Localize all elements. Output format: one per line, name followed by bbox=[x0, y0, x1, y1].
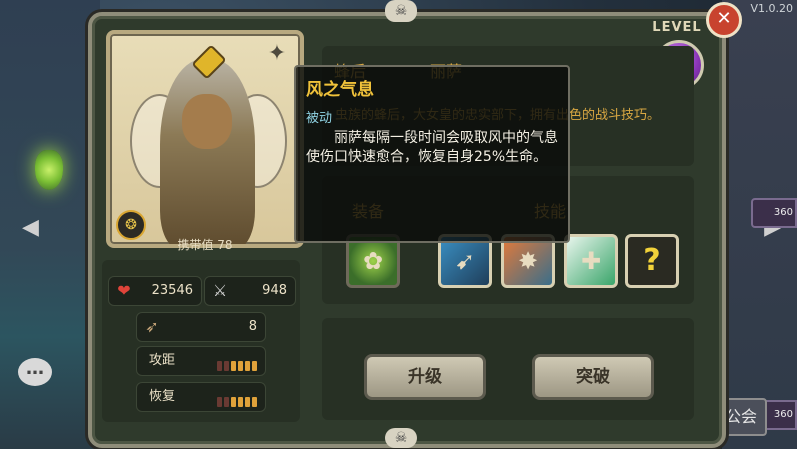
carry-value: 携带值 78 bbox=[177, 238, 233, 252]
tooltip-description: 丽萨每隔一段时间会吸取风中的气息使伤口快速愈合，恢复自身25%生命。 bbox=[306, 130, 558, 165]
sword-icon: ⚔ bbox=[212, 281, 228, 300]
tooltip-type: 被动 bbox=[306, 111, 333, 126]
range-label: 攻距 bbox=[149, 353, 176, 368]
version-text: V1.0.20 bbox=[750, 2, 793, 15]
breakthrough-button[interactable]: 突破 bbox=[532, 354, 654, 400]
level-bar bbox=[245, 397, 250, 407]
level-bar bbox=[224, 397, 229, 407]
prev-hero-arrow-icon[interactable]: ◀ bbox=[22, 215, 39, 240]
level-word: LEVEL bbox=[652, 20, 702, 35]
lamp-icon bbox=[35, 150, 63, 190]
skill-slot-locked[interactable]: ? bbox=[625, 234, 679, 288]
level-bar bbox=[245, 361, 250, 371]
level-bar bbox=[217, 397, 222, 407]
level-bar bbox=[252, 397, 257, 407]
level-bar bbox=[231, 397, 236, 407]
skill-tooltip: 风之气息 被动 丽萨每隔一段时间会吸取风中的气息使伤口快速愈合，恢复自身25%生… bbox=[294, 65, 570, 243]
side-resource-badge[interactable]: 360 bbox=[751, 198, 797, 228]
tooltip-title: 风之气息 bbox=[306, 80, 374, 100]
level-bar bbox=[217, 361, 222, 371]
left-scenery bbox=[0, 0, 100, 449]
range-stat: 攻距 bbox=[136, 346, 266, 376]
range-bars bbox=[215, 356, 257, 375]
skull-ornament-icon: ☠ bbox=[385, 0, 417, 22]
skull-ornament-icon: ☠ bbox=[385, 428, 417, 448]
element-icon: ❂ bbox=[116, 210, 146, 240]
level-bar bbox=[224, 361, 229, 371]
recover-stat: 恢复 bbox=[136, 382, 266, 412]
chat-icon[interactable]: … bbox=[18, 358, 52, 386]
speed-value: 8 bbox=[248, 319, 257, 334]
level-bar bbox=[252, 361, 257, 371]
level-bar bbox=[231, 361, 236, 371]
attack-stat: ⚔ 948 bbox=[204, 276, 296, 306]
boot-icon: ➶ bbox=[145, 317, 159, 336]
speed-stat: ➶ 8 bbox=[136, 312, 266, 342]
level-bar bbox=[238, 397, 243, 407]
hero-face bbox=[182, 94, 232, 149]
sparkle-icon: ✦ bbox=[267, 41, 287, 66]
skill-slot-3[interactable]: ✚ bbox=[564, 234, 618, 288]
hp-stat: ❤ 23546 bbox=[108, 276, 202, 306]
hp-value: 23546 bbox=[151, 283, 193, 298]
hero-figure bbox=[160, 59, 255, 244]
recover-label: 恢复 bbox=[149, 389, 176, 404]
upgrade-button[interactable]: 升级 bbox=[364, 354, 486, 400]
level-bar bbox=[238, 361, 243, 371]
recover-bars bbox=[215, 392, 257, 411]
hero-portrait[interactable]: ✦ ❂ bbox=[106, 30, 304, 248]
attack-value: 948 bbox=[262, 283, 287, 298]
heart-icon: ❤ bbox=[117, 281, 131, 300]
